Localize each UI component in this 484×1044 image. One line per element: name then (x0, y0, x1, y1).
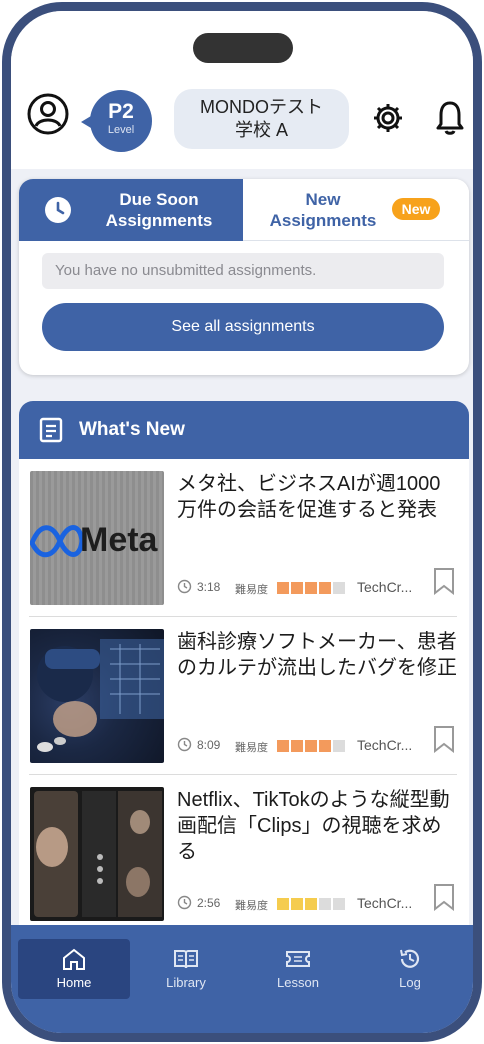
article-item[interactable]: 歯科診療ソフトメーカー、患者のカルテが流出したバグを修正 8:09 難易度 Te… (19, 617, 469, 775)
school-name-line2: 学校 A (234, 120, 288, 140)
tab-due-soon[interactable]: Due Soon Assignments (19, 179, 243, 241)
difficulty-segment (291, 740, 303, 752)
article-title: Netflix、TikTokのような縦型動画配信「Clips」の視聴を求める (177, 789, 450, 863)
difficulty-segment (277, 582, 289, 594)
school-selector[interactable]: MONDOテスト 学校 A (174, 89, 349, 149)
new-badge: New (392, 198, 440, 220)
profile-icon[interactable] (27, 93, 69, 135)
article-thumbnail: Meta (30, 471, 164, 605)
tab-new-line1: New (305, 190, 341, 209)
clock-icon (177, 895, 192, 910)
article-item[interactable]: Netflix、TikTokのような縦型動画配信「Clips」の視聴を求める 2… (19, 775, 469, 933)
tab-new-assignments[interactable]: New Assignments New (243, 179, 469, 241)
tab-new-line2: Assignments (269, 211, 377, 230)
difficulty-segment (277, 740, 289, 752)
tab-due-label: Due Soon Assignments (89, 189, 229, 231)
article-duration: 3:18 (197, 580, 221, 594)
svg-text:Meta: Meta (80, 521, 159, 559)
article-meta: 2:56 難易度 TechCr... (177, 884, 459, 913)
clips-screenshot-image (34, 791, 162, 917)
history-icon (400, 949, 420, 968)
gear-icon[interactable] (371, 101, 405, 135)
article-duration: 8:09 (197, 738, 221, 752)
difficulty-label: 難易度 (235, 900, 268, 912)
whats-new-card: What's New Meta メタ社、ビジネスAIが週1000万件の会話を促進… (19, 401, 469, 961)
clock-icon (177, 579, 192, 594)
difficulty-segment (319, 898, 331, 910)
nav-lesson[interactable]: Lesson (242, 939, 354, 999)
difficulty-bars (277, 740, 347, 754)
difficulty-label: 難易度 (235, 584, 268, 596)
clock-icon (177, 737, 192, 752)
difficulty-segment (333, 582, 345, 594)
article-meta: 8:09 難易度 TechCr... (177, 726, 459, 755)
difficulty-bars (277, 582, 347, 596)
difficulty-segment (333, 898, 345, 910)
assignments-card: Due Soon Assignments New Assignments New… (19, 179, 469, 375)
dental-photo-image (37, 639, 164, 752)
see-all-assignments-button[interactable]: See all assignments (42, 303, 444, 351)
whats-new-title: What's New (79, 419, 185, 440)
meta-logo-image: Meta (30, 521, 159, 559)
bell-icon[interactable] (434, 99, 466, 137)
level-code: P2 (108, 100, 134, 123)
difficulty-segment (277, 898, 289, 910)
level-badge[interactable]: P2 Level (81, 90, 152, 152)
article-meta: 3:18 難易度 TechCr... (177, 568, 459, 597)
nav-log-label: Log (399, 975, 421, 990)
nav-library-label: Library (166, 975, 206, 990)
bookmark-icon[interactable] (433, 567, 455, 595)
nav-home[interactable]: Home (18, 939, 130, 999)
difficulty-segment (305, 898, 317, 910)
tab-due-line2: Assignments (105, 211, 213, 230)
empty-assignments-message: You have no unsubmitted assignments. (42, 253, 444, 289)
difficulty-bars (277, 898, 347, 912)
bottom-navigation: Home Library Lesson Log (11, 925, 473, 1033)
phone-frame: P2 Level MONDOテスト 学校 A Due Soon Assignme… (2, 2, 482, 1042)
article-item[interactable]: Meta メタ社、ビジネスAIが週1000万件の会話を促進すると発表 3:18 … (19, 459, 469, 617)
whats-new-header: What's New (19, 401, 469, 459)
bookmark-icon[interactable] (433, 883, 455, 911)
article-thumbnail (30, 629, 164, 763)
ticket-icon (286, 951, 310, 967)
difficulty-segment (333, 740, 345, 752)
home-icon (63, 948, 85, 970)
nav-home-label: Home (56, 975, 92, 990)
article-duration: 2:56 (197, 896, 221, 910)
nav-lesson-label: Lesson (277, 975, 319, 990)
difficulty-label: 難易度 (235, 742, 268, 754)
bookmark-icon[interactable] (433, 725, 455, 753)
article-title: 歯科診療ソフトメーカー、患者のカルテが流出したバグを修正 (177, 631, 457, 679)
camera-notch (193, 33, 293, 63)
difficulty-segment (291, 582, 303, 594)
document-icon (39, 417, 63, 443)
tab-new-label: New Assignments (253, 189, 393, 231)
difficulty-segment (319, 740, 331, 752)
article-title: メタ社、ビジネスAIが週1000万件の会話を促進すると発表 (177, 473, 441, 521)
difficulty-segment (305, 582, 317, 594)
tab-due-line1: Due Soon (119, 190, 199, 209)
nav-log[interactable]: Log (354, 939, 466, 999)
clock-icon (45, 197, 71, 223)
level-label: Level (107, 124, 135, 136)
article-source: TechCr... (357, 895, 413, 911)
school-name-line1: MONDOテスト (200, 97, 323, 117)
article-thumbnail (30, 787, 164, 921)
nav-library[interactable]: Library (130, 939, 242, 999)
difficulty-segment (305, 740, 317, 752)
difficulty-segment (291, 898, 303, 910)
article-source: TechCr... (357, 579, 413, 595)
article-source: TechCr... (357, 737, 413, 753)
book-icon (174, 950, 198, 969)
difficulty-segment (319, 582, 331, 594)
